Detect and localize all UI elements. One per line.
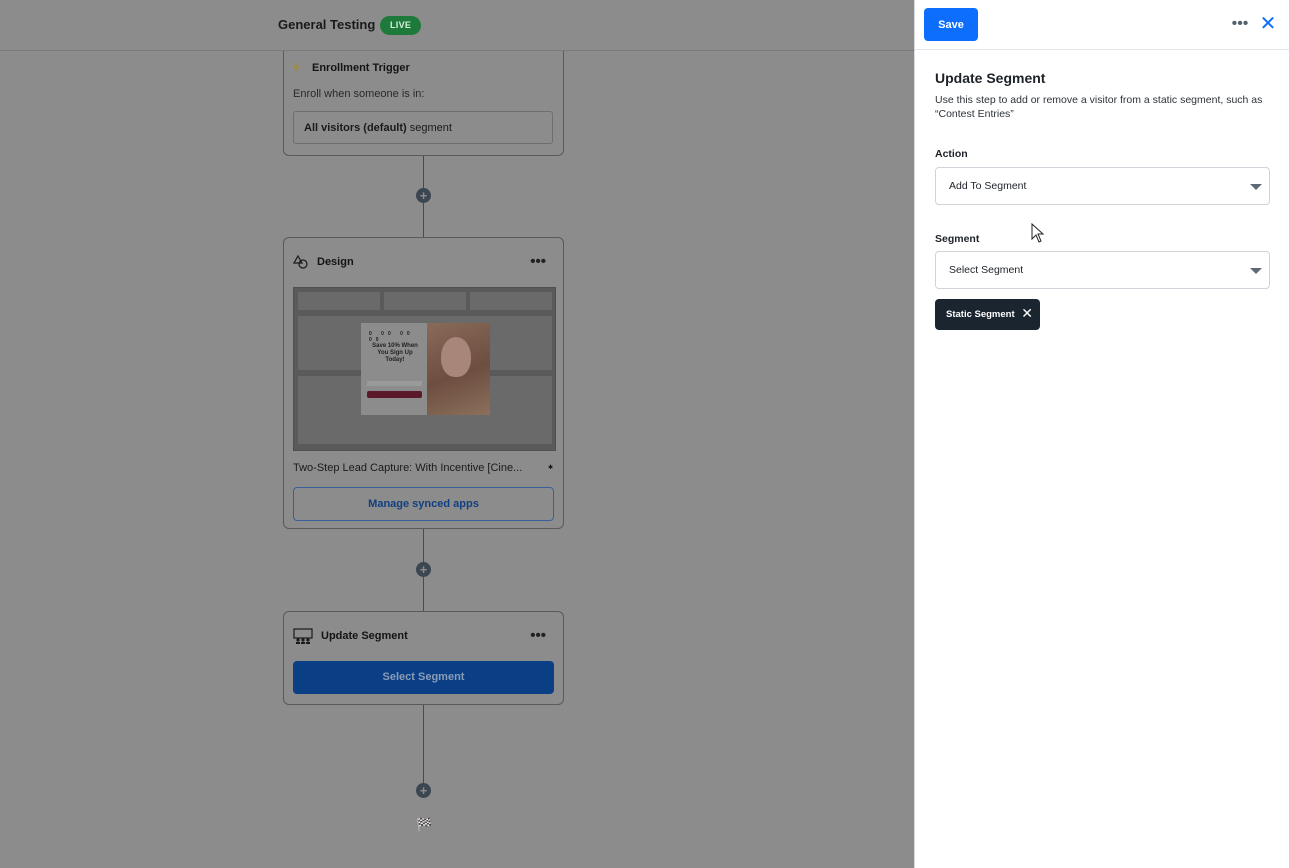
update-segment-card[interactable]: Update Segment ••• Select Segment [283, 611, 564, 705]
design-more-icon[interactable]: ••• [530, 253, 546, 270]
connector-line [423, 705, 424, 791]
status-badge: LIVE [380, 16, 422, 35]
panel-description: Use this step to add or remove a visitor… [935, 94, 1263, 120]
segment-icon [293, 628, 313, 644]
design-preview: 0 00 00 00 Save 10% When You Sign Up Tod… [293, 287, 556, 451]
popup-input [367, 381, 422, 386]
static-segment-tag-label: Static Segment [946, 309, 1015, 320]
enrollment-trigger-title: Enrollment Trigger [312, 62, 410, 74]
mailchimp-logo-icon: ✱ [547, 465, 553, 471]
remove-tag-icon[interactable]: ✕ [1021, 306, 1033, 320]
popup-headline: Save 10% When You Sign Up Today! [372, 343, 418, 363]
shapes-icon [293, 254, 308, 269]
segment-label: Segment [935, 233, 980, 245]
design-caption: Two-Step Lead Capture: With Incentive [C… [293, 462, 523, 474]
finish-flag-icon: 🏁 [416, 817, 433, 832]
enrollment-trigger-card[interactable]: ⚡ Enrollment Trigger Enroll when someone… [283, 51, 564, 156]
manage-synced-apps-button[interactable]: Manage synced apps [293, 487, 554, 521]
design-title: Design [317, 256, 354, 268]
chevron-down-icon [1250, 268, 1262, 274]
workflow-canvas: General Testing LIVE ⚡ Enrollment Trigge… [0, 0, 914, 868]
save-button[interactable]: Save [924, 8, 978, 41]
static-segment-tag[interactable]: Static Segment ✕ [935, 299, 1040, 330]
add-step-icon[interactable]: + [416, 562, 431, 577]
update-segment-more-icon[interactable]: ••• [530, 627, 546, 644]
select-segment-button[interactable]: Select Segment [293, 661, 554, 694]
popup-submit [367, 391, 422, 398]
panel-title: Update Segment [935, 70, 1046, 86]
design-card[interactable]: Design ••• 0 00 00 00 Save 10% When You … [283, 237, 564, 529]
more-options-icon[interactable]: ••• [1230, 14, 1250, 34]
chevron-down-icon [1250, 184, 1262, 190]
close-icon[interactable]: ✕ [1258, 13, 1278, 35]
action-label: Action [935, 148, 968, 160]
enrollment-segment-suffix: segment [406, 122, 452, 134]
step-settings-panel: Save ••• ✕ Update Segment Use this step … [914, 0, 1289, 868]
add-step-icon[interactable]: + [416, 783, 431, 798]
countdown-row: 0 00 00 00 [369, 331, 414, 343]
workflow-title: General Testing [278, 17, 376, 32]
enrollment-segment-box[interactable]: All visitors (default) segment [293, 111, 553, 144]
mouse-cursor-icon [1031, 223, 1045, 243]
lightning-icon: ⚡ [292, 60, 302, 75]
enrollment-segment-name: All visitors (default) [304, 122, 407, 134]
canvas-header: General Testing LIVE [0, 0, 914, 51]
panel-header: Save ••• ✕ [915, 0, 1289, 50]
segment-select[interactable]: Select Segment [935, 251, 1270, 289]
action-select-value: Add To Segment [949, 180, 1027, 192]
update-segment-title: Update Segment [321, 630, 408, 642]
enrollment-subtitle: Enroll when someone is in: [293, 88, 425, 100]
segment-select-value: Select Segment [949, 264, 1024, 276]
add-step-icon[interactable]: + [416, 188, 431, 203]
action-select[interactable]: Add To Segment [935, 167, 1270, 205]
popup-thumbnail: 0 00 00 00 Save 10% When You Sign Up Tod… [361, 323, 490, 415]
popup-photo [427, 323, 490, 415]
